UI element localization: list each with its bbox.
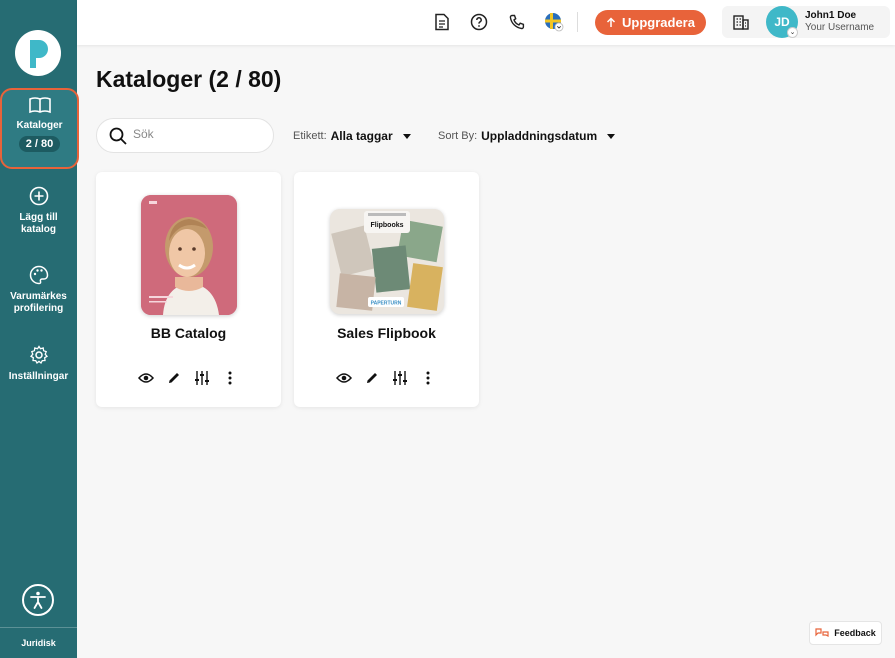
more-vertical-icon[interactable] (222, 370, 238, 386)
search-icon (109, 127, 127, 145)
catalog-cover-image[interactable] (141, 195, 237, 315)
cover-brand: PAPERTURN (371, 301, 402, 307)
feedback-icon (815, 628, 829, 637)
sidebar: Kataloger 2 / 80 Lägg till katalog Varum… (0, 0, 79, 658)
building-icon[interactable] (731, 12, 751, 32)
upgrade-label: Uppgradera (622, 15, 695, 30)
chevron-down-icon: ⌄ (787, 27, 798, 38)
legal-link[interactable]: Juridisk (0, 627, 77, 648)
sort-label: Sort By: (438, 130, 478, 142)
phone-icon[interactable] (507, 12, 527, 32)
sidebar-item-add-catalog[interactable]: Lägg till katalog (0, 186, 77, 236)
sliders-icon[interactable] (194, 370, 210, 386)
caret-down-icon (607, 133, 616, 139)
catalog-card[interactable]: BB Catalog (96, 172, 281, 407)
sidebar-item-label: Inställningar (8, 371, 69, 382)
catalog-actions (138, 370, 238, 386)
palette-icon (29, 265, 48, 285)
gear-icon (29, 345, 48, 365)
sidebar-item-branding[interactable]: Varumärkes profilering (0, 265, 77, 315)
more-vertical-icon[interactable] (420, 370, 436, 386)
sidebar-item-kataloger[interactable]: Kataloger 2 / 80 (0, 88, 79, 169)
catalog-card[interactable]: Flipbooks PAPERTURN Sales Flipbook (294, 172, 479, 407)
user-name: John1 Doe (805, 10, 857, 21)
count-badge: 2 / 80 (18, 136, 61, 152)
plus-circle-icon (29, 186, 48, 206)
header-divider (577, 12, 578, 32)
pencil-icon[interactable] (364, 370, 380, 386)
top-header: Uppgradera JD ⌄ John1 Doe Your Username (77, 0, 895, 45)
help-icon[interactable] (469, 12, 489, 32)
sort-dropdown[interactable]: Sort By: Uppladdningsdatum (438, 129, 616, 143)
eye-icon[interactable] (336, 370, 352, 386)
pencil-icon[interactable] (166, 370, 182, 386)
eye-icon[interactable] (138, 370, 154, 386)
catalog-actions (336, 370, 436, 386)
language-flag-icon[interactable] (544, 12, 564, 32)
tag-filter-dropdown[interactable]: Etikett: Alla taggar (293, 129, 411, 143)
feedback-label: Feedback (834, 628, 876, 638)
app-logo[interactable] (15, 30, 61, 76)
catalog-title: BB Catalog (150, 325, 227, 341)
document-icon[interactable] (432, 12, 452, 32)
sliders-icon[interactable] (392, 370, 408, 386)
accessibility-button[interactable] (22, 584, 54, 616)
search-box[interactable] (96, 118, 274, 153)
catalog-title: Sales Flipbook (337, 325, 436, 341)
feedback-button[interactable]: Feedback (809, 621, 882, 645)
catalog-cover-image[interactable]: Flipbooks PAPERTURN (330, 209, 444, 314)
sidebar-item-label: Varumärkes profilering (10, 291, 67, 314)
search-input[interactable] (133, 127, 263, 141)
filter-label: Etikett: (293, 130, 327, 142)
sidebar-item-label: Kataloger (16, 120, 63, 131)
arrow-up-icon (606, 17, 616, 27)
sidebar-item-label: Lägg till katalog (19, 212, 58, 235)
user-username: Your Username (805, 22, 875, 33)
filter-value: Alla taggar (330, 129, 393, 143)
caret-down-icon (402, 133, 411, 139)
sidebar-item-settings[interactable]: Inställningar (0, 345, 77, 383)
accessibility-icon (30, 591, 46, 609)
upgrade-button[interactable]: Uppgradera (595, 10, 706, 35)
page-title: Kataloger (2 / 80) (96, 66, 282, 92)
open-book-icon (28, 97, 51, 114)
cover-heading: Flipbooks (370, 222, 403, 229)
sort-value: Uppladdningsdatum (481, 129, 598, 143)
